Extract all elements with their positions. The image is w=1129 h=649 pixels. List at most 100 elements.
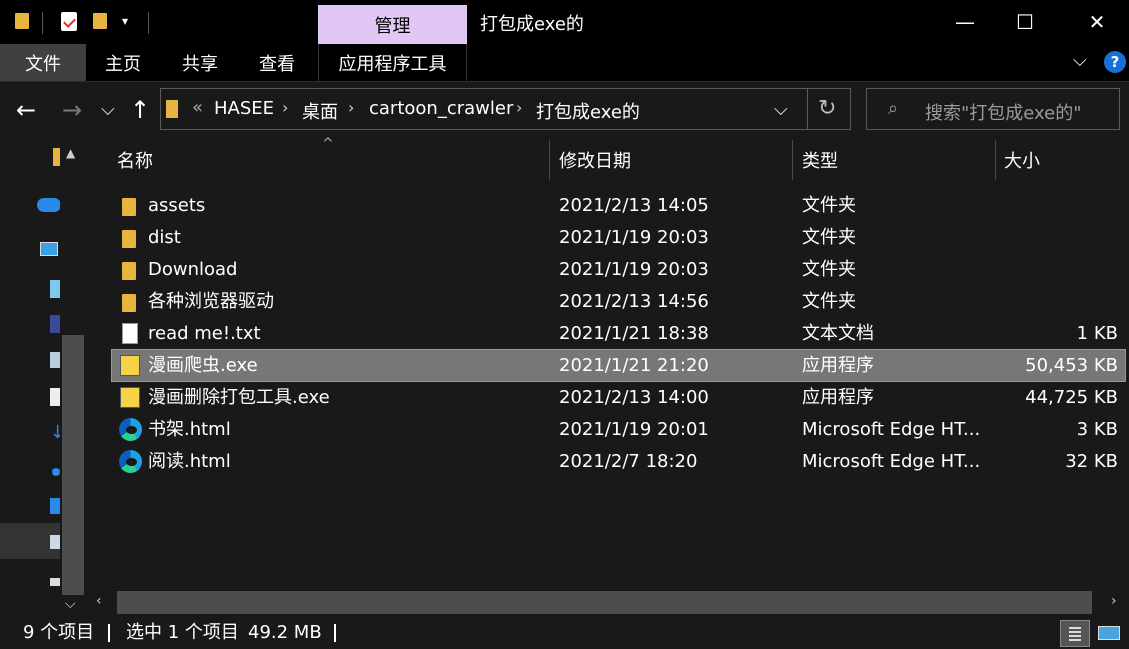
crumb-cartoon-crawler[interactable]: cartoon_crawler bbox=[369, 98, 513, 119]
file-name: 漫画爬虫.exe bbox=[148, 355, 258, 376]
file-date: 2021/2/7 18:20 bbox=[559, 451, 698, 472]
divider bbox=[148, 12, 149, 34]
tab-file[interactable]: 文件 bbox=[0, 44, 86, 81]
search-icon: ⌕ bbox=[888, 98, 899, 119]
edge-icon bbox=[119, 418, 142, 441]
chevron-right-icon[interactable]: › bbox=[282, 98, 288, 117]
folder-icon bbox=[122, 262, 136, 280]
python-exe-icon bbox=[120, 355, 140, 376]
folder-icon bbox=[15, 13, 29, 29]
close-button[interactable]: ✕ bbox=[1067, 0, 1127, 44]
file-row[interactable]: 阅读.html 2021/2/7 18:20 Microsoft Edge HT… bbox=[112, 446, 1125, 477]
divider bbox=[108, 624, 110, 642]
file-date: 2021/1/19 20:03 bbox=[559, 227, 709, 248]
scroll-left-icon[interactable]: ‹ bbox=[96, 593, 102, 609]
file-type: 文件夹 bbox=[802, 291, 856, 312]
horizontal-scrollbar-thumb[interactable] bbox=[117, 591, 1092, 614]
pictures-icon[interactable] bbox=[50, 352, 60, 368]
folder-icon bbox=[122, 294, 136, 312]
file-type: 文件夹 bbox=[802, 195, 856, 216]
details-view-button[interactable] bbox=[1060, 620, 1090, 647]
file-row[interactable]: dist 2021/1/19 20:03 文件夹 bbox=[112, 222, 1125, 253]
file-type: 文件夹 bbox=[802, 259, 856, 280]
folder-icon bbox=[166, 100, 178, 118]
drive-icon[interactable] bbox=[50, 578, 60, 586]
expand-ribbon-icon[interactable]: ⌵ bbox=[1073, 50, 1087, 71]
onedrive-icon[interactable] bbox=[37, 198, 61, 212]
file-size bbox=[992, 222, 1118, 253]
edge-icon bbox=[119, 450, 142, 473]
divider bbox=[334, 624, 336, 642]
file-row-selected[interactable]: 漫画爬虫.exe 2021/1/21 21:20 应用程序 50,453 KB bbox=[111, 349, 1126, 382]
nav-scrollbar-thumb[interactable] bbox=[62, 335, 84, 595]
column-header-size[interactable]: 大小 bbox=[1004, 140, 1124, 180]
tab-view[interactable]: 查看 bbox=[242, 44, 312, 81]
file-name: 各种浏览器驱动 bbox=[148, 291, 274, 312]
file-size bbox=[992, 190, 1118, 221]
scroll-up-icon[interactable]: ▲ bbox=[66, 146, 75, 160]
tab-home[interactable]: 主页 bbox=[88, 44, 158, 81]
crumb-desktop[interactable]: 桌面 bbox=[302, 98, 338, 124]
refresh-icon[interactable]: ↻ bbox=[818, 96, 836, 121]
selection-size: 49.2 MB bbox=[248, 622, 322, 643]
file-type: Microsoft Edge HT... bbox=[802, 451, 981, 472]
file-size: 32 KB bbox=[1065, 451, 1118, 472]
file-size: 50,453 KB bbox=[1025, 355, 1118, 376]
forward-icon[interactable]: → bbox=[62, 96, 82, 124]
file-date: 2021/2/13 14:56 bbox=[559, 291, 709, 312]
folder-icon bbox=[122, 198, 136, 216]
local-disk-icon[interactable] bbox=[50, 535, 60, 549]
new-folder-icon[interactable] bbox=[93, 13, 107, 29]
file-size: 44,725 KB bbox=[1025, 387, 1118, 408]
file-type: Microsoft Edge HT... bbox=[802, 419, 981, 440]
column-divider[interactable] bbox=[549, 140, 550, 180]
divider bbox=[807, 88, 808, 130]
file-name: assets bbox=[148, 195, 206, 216]
tab-manage[interactable]: 管理 bbox=[318, 5, 467, 44]
desktop-icon[interactable] bbox=[50, 498, 60, 514]
recent-locations-icon[interactable]: ⌵ bbox=[101, 99, 115, 120]
file-size: 1 KB bbox=[1076, 323, 1118, 344]
file-row[interactable]: Download 2021/1/19 20:03 文件夹 bbox=[112, 254, 1125, 285]
file-type: 文件夹 bbox=[802, 227, 856, 248]
chevron-right-icon[interactable]: › bbox=[348, 98, 354, 117]
file-name: read me!.txt bbox=[148, 323, 261, 344]
documents-icon[interactable] bbox=[50, 388, 60, 406]
3d-objects-icon[interactable] bbox=[50, 280, 60, 298]
tab-share[interactable]: 共享 bbox=[164, 44, 236, 81]
minimize-button[interactable]: — bbox=[935, 0, 995, 44]
column-header-name[interactable]: 名称 bbox=[117, 140, 547, 180]
scroll-down-icon[interactable]: ⌵ bbox=[65, 596, 76, 612]
chevron-right-icon[interactable]: › bbox=[516, 98, 522, 117]
file-date: 2021/1/21 18:38 bbox=[559, 323, 709, 344]
tab-application-tools[interactable]: 应用程序工具 bbox=[318, 44, 467, 81]
file-row[interactable]: read me!.txt 2021/1/21 18:38 文本文档 1 KB bbox=[112, 318, 1125, 349]
large-icons-view-button[interactable] bbox=[1096, 623, 1122, 643]
file-row[interactable]: assets 2021/2/13 14:05 文件夹 bbox=[112, 190, 1125, 221]
column-divider[interactable] bbox=[995, 140, 996, 180]
music-icon[interactable] bbox=[52, 468, 60, 476]
videos-icon[interactable] bbox=[50, 315, 60, 333]
file-size bbox=[992, 254, 1118, 285]
scroll-right-icon[interactable]: › bbox=[1111, 593, 1117, 609]
this-pc-icon[interactable] bbox=[40, 242, 58, 256]
back-icon[interactable]: ← bbox=[16, 96, 36, 124]
column-header-type[interactable]: 类型 bbox=[802, 140, 992, 180]
address-history-icon[interactable]: ⌵ bbox=[774, 99, 788, 120]
up-icon[interactable]: ↑ bbox=[130, 96, 150, 124]
help-icon[interactable]: ? bbox=[1104, 51, 1126, 73]
crumb-hasee[interactable]: HASEE bbox=[214, 98, 274, 119]
column-divider[interactable] bbox=[792, 140, 793, 180]
properties-icon[interactable] bbox=[61, 12, 77, 31]
column-header-date[interactable]: 修改日期 bbox=[559, 140, 784, 180]
search-input[interactable]: 搜索"打包成exe的" bbox=[925, 99, 1082, 125]
file-name: Download bbox=[148, 259, 238, 280]
file-row[interactable]: 漫画删除打包工具.exe 2021/2/13 14:00 应用程序 44,725… bbox=[112, 382, 1125, 413]
maximize-button[interactable]: ☐ bbox=[995, 0, 1055, 44]
overflow-crumbs[interactable]: « bbox=[192, 97, 203, 118]
python-exe-icon bbox=[120, 387, 140, 408]
file-row[interactable]: 书架.html 2021/1/19 20:01 Microsoft Edge H… bbox=[112, 414, 1125, 445]
crumb-current-folder[interactable]: 打包成exe的 bbox=[536, 98, 640, 124]
customize-quick-access-icon[interactable]: ▾ bbox=[122, 14, 128, 28]
file-row[interactable]: 各种浏览器驱动 2021/2/13 14:56 文件夹 bbox=[112, 286, 1125, 317]
